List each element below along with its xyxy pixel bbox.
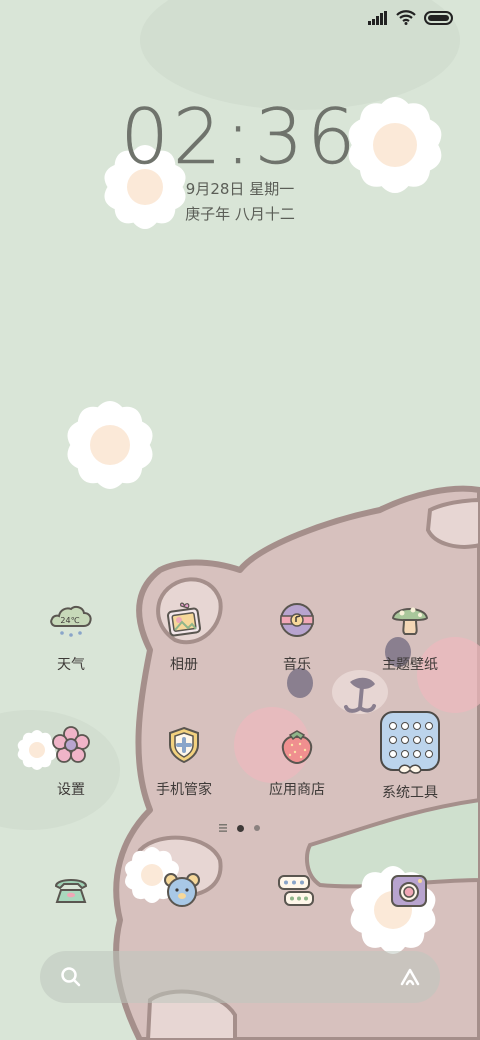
page-dot-current bbox=[237, 824, 244, 832]
lunar-date-label: 庚子年 八月十二 bbox=[185, 205, 295, 223]
app-label-store: 应用商店 bbox=[269, 782, 325, 798]
signal-icon bbox=[368, 10, 387, 25]
photo-album-icon bbox=[166, 602, 202, 637]
app-security[interactable]: 手机管家 bbox=[129, 723, 239, 799]
messages-icon bbox=[278, 875, 314, 906]
page-dot bbox=[254, 825, 260, 831]
bear-contacts-icon bbox=[164, 873, 200, 907]
weather-cloud-icon: 24℃ bbox=[50, 605, 92, 637]
search-icon[interactable] bbox=[60, 966, 82, 988]
app-label-music: 音乐 bbox=[283, 657, 311, 673]
app-store[interactable]: 应用商店 bbox=[242, 723, 352, 799]
dock-contacts[interactable] bbox=[159, 868, 205, 914]
search-bar[interactable] bbox=[40, 951, 440, 1003]
dock-messages[interactable] bbox=[273, 868, 319, 914]
app-label-security: 手机管家 bbox=[156, 782, 212, 798]
app-label-tools: 系统工具 bbox=[382, 785, 438, 801]
wifi-icon bbox=[396, 10, 416, 25]
strawberry-icon bbox=[281, 730, 313, 765]
app-label-weather: 天气 bbox=[57, 657, 85, 673]
shield-icon bbox=[169, 726, 199, 764]
page-indicator[interactable] bbox=[219, 824, 260, 832]
app-music[interactable]: 音乐 bbox=[242, 598, 352, 674]
lock-clock[interactable]: 02:36 bbox=[0, 92, 480, 182]
app-label-settings: 设置 bbox=[57, 782, 85, 798]
app-settings[interactable]: 设置 bbox=[16, 723, 126, 799]
assistant-icon[interactable] bbox=[398, 965, 422, 989]
flower-settings-icon bbox=[52, 726, 90, 763]
app-label-themes: 主题壁纸 bbox=[382, 657, 438, 673]
app-tools-folder[interactable]: 系统工具 bbox=[355, 710, 465, 802]
mushroom-icon bbox=[391, 607, 429, 635]
date-label: 9月28日 星期一 bbox=[185, 180, 295, 198]
music-disc-icon bbox=[280, 603, 314, 637]
home-screen: 02:36 9月28日 星期一 庚子年 八月十二 24℃ 天气 相册 音乐 主题… bbox=[0, 0, 480, 1040]
weather-badge-text: 24℃ bbox=[60, 616, 79, 625]
status-bar bbox=[368, 10, 454, 25]
app-gallery[interactable]: 相册 bbox=[129, 598, 239, 674]
battery-icon bbox=[424, 10, 453, 25]
tools-folder-icon bbox=[380, 711, 440, 774]
app-themes[interactable]: 主题壁纸 bbox=[355, 598, 465, 674]
camera-icon bbox=[391, 875, 427, 907]
dock-camera[interactable] bbox=[386, 868, 432, 914]
page-list-icon bbox=[219, 824, 227, 832]
phone-icon bbox=[54, 879, 88, 903]
app-weather[interactable]: 24℃ 天气 bbox=[16, 598, 126, 674]
dock-phone[interactable] bbox=[48, 868, 94, 914]
app-label-gallery: 相册 bbox=[170, 657, 198, 673]
